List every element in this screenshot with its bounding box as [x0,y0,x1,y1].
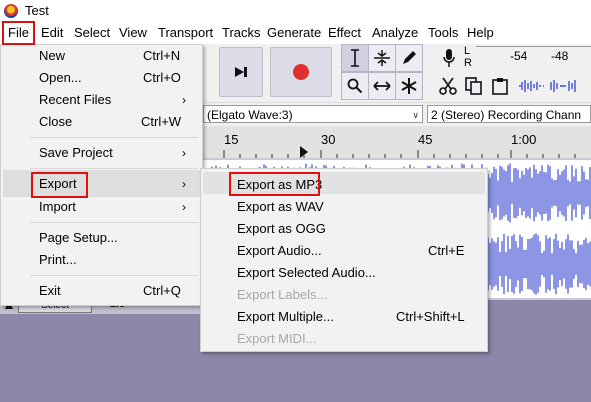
scissors-icon [439,77,457,95]
menu-item-save-project[interactable]: Save Project [39,145,113,160]
shortcut-close: Ctrl+W [141,114,182,129]
menu-item-export-audio[interactable]: Export Audio... [237,243,322,258]
silence-audio-button[interactable] [548,74,578,98]
menu-item-export-labels: Export Labels... [237,287,328,302]
menu-separator [30,168,198,169]
time-shift-tool[interactable] [368,72,396,100]
menu-item-export-midi: Export MIDI... [237,331,317,346]
ruler-ticks [223,150,576,158]
shortcut-new: Ctrl+N [143,48,181,63]
recording-channels-value: 2 (Stereo) Recording Chann [431,108,582,122]
trim-audio-button[interactable] [516,74,546,98]
menu-item-close[interactable]: Close [39,114,72,129]
ruler-label: 15 [224,132,239,147]
selection-tool[interactable] [341,44,369,72]
recording-device-value: (Elgato Wave:3) [207,108,293,122]
multi-tool[interactable] [395,72,423,100]
meter-tick: -54 [510,49,528,63]
clipboard-icon [492,78,508,95]
skip-end-icon [235,67,247,77]
copy-button[interactable] [462,74,486,98]
chevron-right-icon: › [182,200,186,214]
menu-item-new[interactable]: New [39,48,65,63]
menu-item-import[interactable]: Import [39,199,76,214]
record-meter[interactable] [476,46,591,69]
menu-view[interactable]: View [119,25,147,40]
ruler-label: 45 [418,132,433,147]
recording-channels-select[interactable]: 2 (Stereo) Recording Chann [427,105,591,123]
magnifier-icon [347,78,363,94]
shortcut-exit: Ctrl+Q [143,283,181,298]
silence-waveform-icon [550,80,576,92]
draw-tool[interactable] [395,44,423,72]
menu-item-print[interactable]: Print... [39,252,77,267]
shortcut-export-multiple: Ctrl+Shift+L [396,309,465,324]
envelope-icon [374,50,390,66]
envelope-tool[interactable] [368,44,396,72]
export-item-callout [31,172,88,198]
menu-item-export-selected-audio[interactable]: Export Selected Audio... [237,265,376,280]
asterisk-icon [401,78,417,94]
menu-generate[interactable]: Generate [267,25,321,40]
record-meter-button[interactable] [436,44,462,72]
menu-item-recent-files[interactable]: Recent Files [39,92,111,107]
menu-edit[interactable]: Edit [41,25,63,40]
window-title: Test [25,3,49,18]
shortcut-export-audio: Ctrl+E [428,243,465,258]
menu-item-export-ogg[interactable]: Export as OGG [237,221,326,236]
menu-separator [30,137,198,138]
menu-effect[interactable]: Effect [328,25,361,40]
zoom-tool[interactable] [341,72,369,100]
menu-tracks[interactable]: Tracks [222,25,261,40]
double-arrow-icon [373,81,391,91]
chevron-right-icon: › [182,177,186,191]
menu-select[interactable]: Select [74,25,110,40]
menu-item-export-wav[interactable]: Export as WAV [237,199,324,214]
menu-item-page-setup[interactable]: Page Setup... [39,230,118,245]
menu-transport[interactable]: Transport [158,25,213,40]
meter-right-label: R [464,57,472,69]
recording-device-select[interactable]: (Elgato Wave:3) ∨ [203,105,423,123]
record-icon [293,64,309,80]
skip-to-end-button[interactable] [219,47,263,97]
shortcut-open: Ctrl+O [143,70,181,85]
paste-button[interactable] [488,74,512,98]
chevron-down-icon: ∨ [412,110,419,120]
chevron-right-icon: › [182,93,186,107]
menu-item-exit[interactable]: Exit [39,283,61,298]
microphone-icon [443,49,455,67]
meter-left-label: L [464,45,471,57]
i-beam-icon [351,49,359,67]
menu-analyze[interactable]: Analyze [372,25,418,40]
audacity-logo-icon [4,4,18,18]
export-mp3-callout [229,172,320,196]
ruler-label: 30 [321,132,336,147]
record-button[interactable] [270,47,332,97]
menu-tools[interactable]: Tools [428,25,458,40]
menu-item-open[interactable]: Open... [39,70,82,85]
file-menu-callout [2,21,35,45]
menu-separator [30,275,198,276]
meter-tick: -48 [551,49,569,63]
cut-button[interactable] [436,74,460,98]
copy-icon [465,77,482,95]
pencil-icon [403,51,416,64]
title-bar [0,0,591,22]
trim-waveform-icon [519,80,544,92]
menu-help[interactable]: Help [467,25,494,40]
menu-item-export-multiple[interactable]: Export Multiple... [237,309,334,324]
menu-bar: File Edit Select View Transport Tracks G… [0,22,591,45]
ruler-label: 1:00 [511,132,537,147]
menu-separator [30,222,198,223]
chevron-right-icon: › [182,146,186,160]
